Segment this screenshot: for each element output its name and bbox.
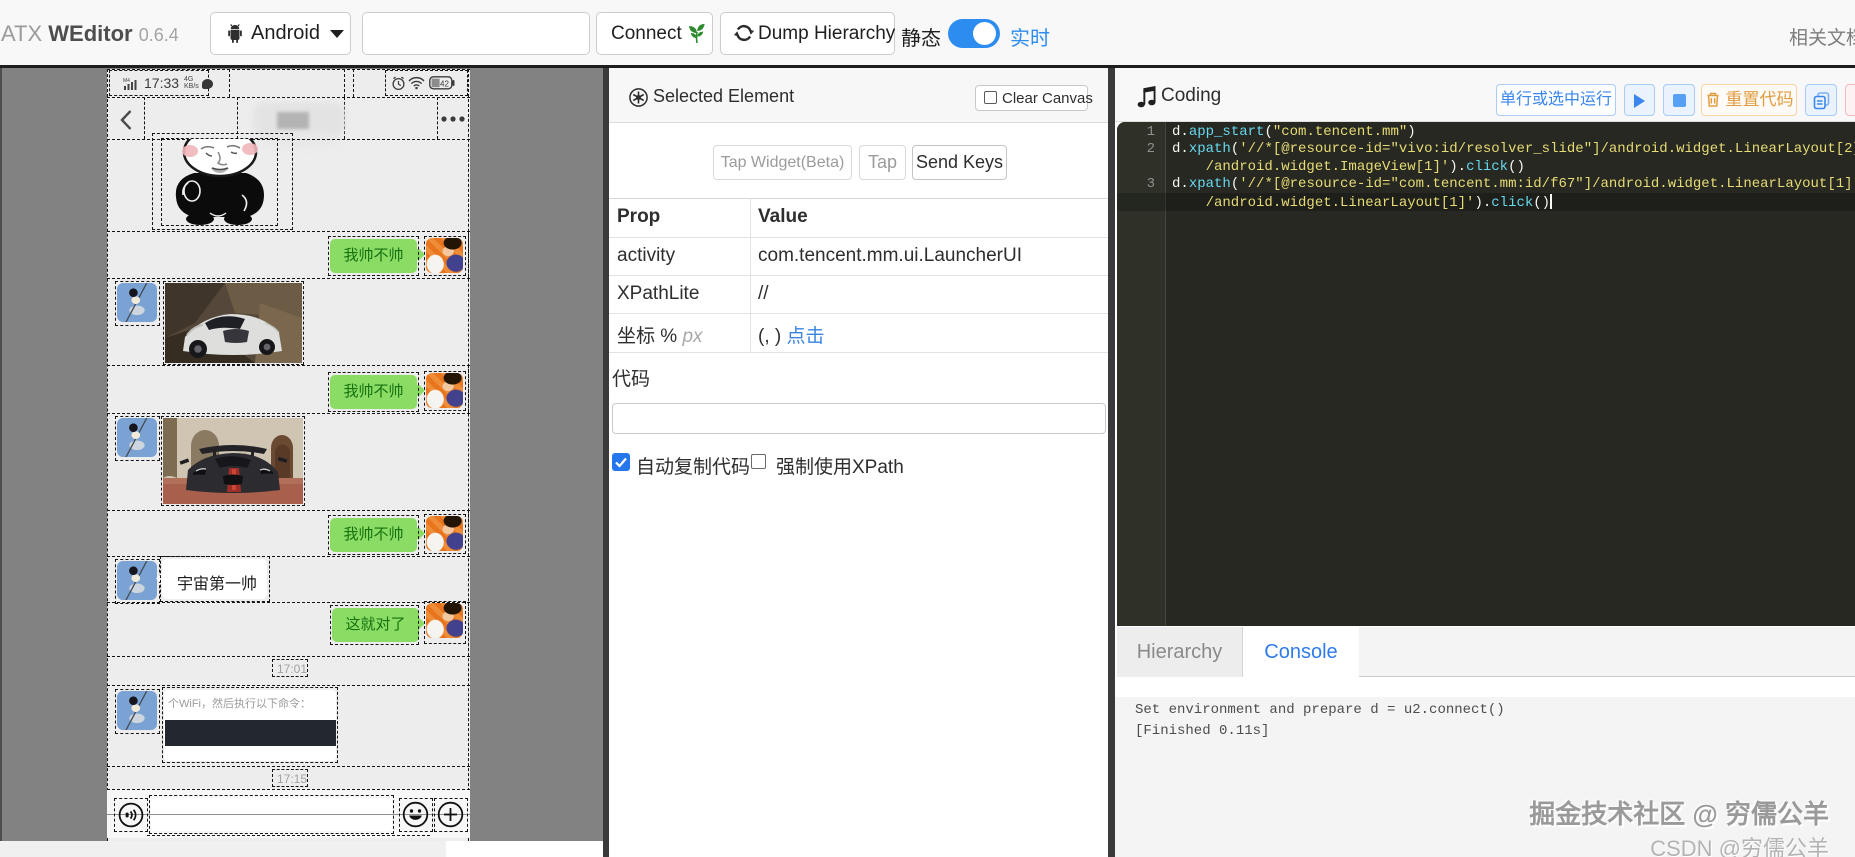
svg-text:M4: M4 — [123, 78, 130, 84]
svg-text:42: 42 — [440, 80, 449, 89]
